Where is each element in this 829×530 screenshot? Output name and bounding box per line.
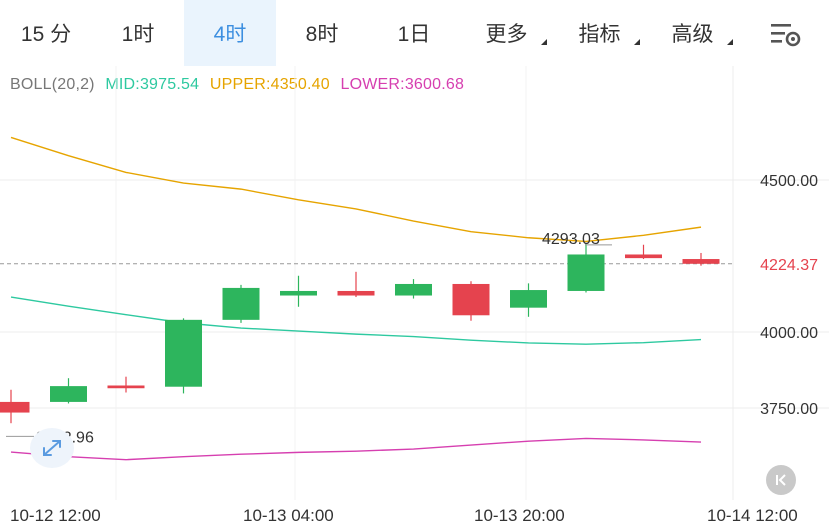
candle-body: [337, 290, 375, 296]
x-tick-label: 10-12 12:00: [10, 506, 101, 525]
x-tick-label: 10-13 20:00: [474, 506, 565, 525]
tab-label: 指标: [578, 23, 621, 46]
x-tick-label: 10-13 04:00: [243, 506, 334, 525]
tab-5[interactable]: 更多: [460, 0, 553, 66]
candle-body: [567, 254, 605, 291]
tab-6[interactable]: 指标: [553, 0, 646, 66]
collapse-left-icon: [776, 474, 786, 486]
boll-upper-line: [10, 136, 702, 243]
candle-body: [452, 283, 490, 316]
candle-body: [222, 287, 260, 320]
candle-body: [510, 290, 547, 308]
expand-button[interactable]: [30, 428, 74, 468]
timeframe-tabs: 15 分 1时 4时 8时 1日 更多 指标 高级: [0, 0, 829, 66]
last-price-label: 4224.37: [760, 257, 818, 274]
dropdown-caret-icon: [541, 39, 547, 45]
high-price-label: 4293.03: [542, 231, 600, 248]
tab-label: 8时: [305, 23, 339, 46]
boll-lower-line: [10, 437, 702, 461]
tab-label: 更多: [485, 23, 528, 46]
tab-label: 1日: [397, 23, 431, 46]
tab-1[interactable]: 1时: [92, 0, 184, 66]
candle-body: [165, 319, 202, 387]
collapse-button[interactable]: [766, 465, 796, 495]
chart-settings-icon[interactable]: [769, 20, 801, 48]
tab-4[interactable]: 1日: [368, 0, 460, 66]
tab-label: 15 分: [20, 23, 72, 46]
candlestick-chart[interactable]: 4500.004000.003750.004224.374293.033692.…: [0, 66, 829, 500]
tab-7[interactable]: 高级: [646, 0, 739, 66]
y-tick-label: 4500.00: [760, 173, 818, 190]
dropdown-caret-icon: [634, 39, 640, 45]
candle-body: [50, 386, 87, 402]
tab-0[interactable]: 15 分: [0, 0, 92, 66]
candle-body: [682, 259, 720, 264]
candle-body: [625, 254, 662, 259]
x-axis: 10-12 12:00 10-13 04:00 10-13 20:00 10-14 1…: [0, 500, 829, 530]
candle-body: [395, 283, 432, 296]
expand-arrows-icon: [43, 440, 61, 456]
tab-3[interactable]: 8时: [276, 0, 368, 66]
candle-body: [0, 401, 30, 413]
tab-label: 1时: [121, 23, 155, 46]
tab-label: 4时: [213, 23, 247, 46]
candle-body: [107, 385, 145, 389]
y-tick-label: 4000.00: [760, 325, 818, 342]
dropdown-caret-icon: [727, 39, 733, 45]
tab-2[interactable]: 4时: [184, 0, 276, 66]
boll-mid-line: [10, 296, 702, 345]
candle-body: [280, 290, 317, 296]
tab-label: 高级: [671, 23, 714, 46]
x-tick-label: 10-14 12:00: [707, 506, 798, 525]
y-tick-label: 3750.00: [760, 401, 818, 418]
